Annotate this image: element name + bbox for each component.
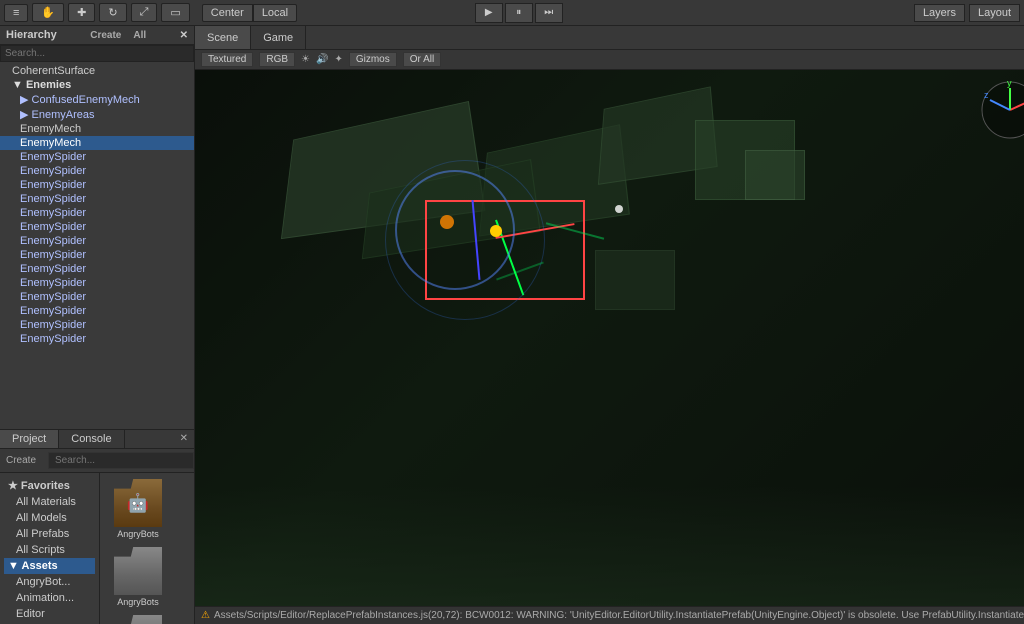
list-item[interactable]: EnemySpider [0, 262, 194, 276]
audio-btn[interactable]: 🔊 [316, 54, 328, 65]
asset-item[interactable]: Animations [104, 613, 172, 624]
step-btn[interactable]: ⏭ [535, 3, 563, 23]
project-create-btn[interactable]: Create [6, 455, 36, 466]
list-item[interactable]: EnemySpider [0, 304, 194, 318]
list-item[interactable]: CoherentSurface [0, 64, 194, 78]
status-text: Assets/Scripts/Editor/ReplacePrefabInsta… [214, 610, 1024, 621]
hierarchy-list: CoherentSurface ▼ Enemies ▶ ConfusedEnem… [0, 62, 194, 413]
asset-label: AngryBots [106, 529, 170, 539]
project-content: ★ Favorites All Materials All Models All… [0, 473, 194, 624]
list-item[interactable]: EnemySpider [0, 332, 194, 346]
list-item[interactable]: EnemySpider [0, 206, 194, 220]
top-toolbar: ≡ ✋ ✚ ↻ ⤢ ▭ Center Local ▶ ⏸ ⏭ Layers La… [0, 0, 1024, 26]
center-btn[interactable]: Center [202, 4, 253, 22]
list-item[interactable]: EnemySpider [0, 318, 194, 332]
status-icon: ⚠ [201, 610, 210, 621]
hierarchy-create-btn[interactable]: Create [90, 30, 121, 41]
rotate-tool-btn[interactable]: ↻ [99, 3, 126, 22]
sidebar-item-animation[interactable]: Animation... [4, 590, 95, 606]
list-item[interactable]: EnemySpider [0, 192, 194, 206]
list-item[interactable]: ▼ Enemies [0, 78, 194, 92]
tab-game[interactable]: Game [251, 26, 306, 49]
main-layout: Hierarchy Create All ✕ CoherentSurface ▼… [0, 26, 1024, 624]
project-search-input[interactable] [48, 452, 194, 469]
left-panel: Hierarchy Create All ✕ CoherentSurface ▼… [0, 26, 195, 624]
center-panel: Scene Game Textured RGB ☀ 🔊 ✦ Gizmos Or … [195, 26, 1024, 624]
tab-console[interactable]: Console [59, 430, 124, 448]
hierarchy-title: Hierarchy [6, 29, 57, 41]
svg-text:y: y [1007, 80, 1012, 88]
list-item[interactable]: EnemySpider [0, 220, 194, 234]
bottom-tabs: Project Console ✕ [0, 430, 194, 449]
sidebar-item-angrybot[interactable]: AngryBot... [4, 574, 95, 590]
sidebar-item-all-materials[interactable]: All Materials [4, 494, 95, 510]
hierarchy-all[interactable]: All [133, 30, 146, 41]
list-item[interactable]: EnemyMech [0, 122, 194, 136]
project-close-btn[interactable]: ✕ [174, 430, 194, 448]
list-item[interactable]: EnemySpider [0, 150, 194, 164]
scene-viewport[interactable]: x y z [195, 70, 1024, 606]
list-item[interactable]: EnemySpider [0, 290, 194, 304]
list-item[interactable]: EnemySpider [0, 234, 194, 248]
bottom-left-panel: Project Console ✕ Create 🔒 ⚙ ★ Favorites… [0, 429, 194, 624]
assets-grid: 🤖 AngryBots AngryBots Animations cube-te… [100, 473, 194, 624]
unity-menu-btn[interactable]: ≡ [4, 4, 28, 22]
pause-btn[interactable]: ⏸ [505, 3, 533, 23]
layers-dropdown-btn[interactable]: Layers [914, 4, 965, 22]
sidebar-item-assets[interactable]: ▼ Assets [4, 558, 95, 574]
project-sidebar: ★ Favorites All Materials All Models All… [0, 473, 100, 624]
gizmos-btn[interactable]: Gizmos [349, 52, 397, 67]
local-btn[interactable]: Local [253, 4, 297, 22]
tab-project[interactable]: Project [0, 430, 59, 448]
asset-label: AngryBots [106, 597, 170, 607]
layout-dropdown-btn[interactable]: Layout [969, 4, 1020, 22]
hierarchy-search-input[interactable] [0, 45, 194, 62]
list-item[interactable]: EnemySpider [0, 248, 194, 262]
textured-btn[interactable]: Textured [201, 52, 253, 67]
play-btn[interactable]: ▶ [475, 3, 503, 23]
scale-tool-btn[interactable]: ⤢ [131, 3, 158, 22]
svg-text:z: z [984, 90, 989, 100]
sidebar-item-favorites[interactable]: ★ Favorites [4, 477, 95, 494]
tab-scene[interactable]: Scene [195, 26, 251, 49]
list-item[interactable]: ▶ ConfusedEnemyMech [0, 92, 194, 107]
sidebar-item-all-scripts[interactable]: All Scripts [4, 542, 95, 558]
rect-tool-btn[interactable]: ▭ [161, 3, 189, 22]
list-item[interactable]: EnemyMech [0, 136, 194, 150]
list-item[interactable]: EnemySpider [0, 276, 194, 290]
list-item[interactable]: EnemySpider [0, 164, 194, 178]
sidebar-item-all-prefabs[interactable]: All Prefabs [4, 526, 95, 542]
asset-item[interactable]: 🤖 AngryBots [104, 477, 172, 541]
hierarchy-panel: Hierarchy Create All ✕ CoherentSurface ▼… [0, 26, 194, 429]
effects-btn[interactable]: ✦ [334, 54, 342, 65]
scene-toolbar: Textured RGB ☀ 🔊 ✦ Gizmos Or All ⤢ [195, 50, 1024, 70]
or-all-btn[interactable]: Or All [403, 52, 441, 67]
sidebar-item-editor[interactable]: Editor [4, 606, 95, 622]
rgb-btn[interactable]: RGB [259, 52, 295, 67]
hand-tool-btn[interactable]: ✋ [32, 3, 64, 22]
list-item[interactable]: ▶ EnemyAreas [0, 107, 194, 122]
project-toolbar: Create 🔒 ⚙ [0, 449, 194, 473]
hierarchy-header: Hierarchy Create All ✕ [0, 26, 194, 45]
move-tool-btn[interactable]: ✚ [68, 3, 95, 22]
asset-item[interactable]: AngryBots [104, 545, 172, 609]
sidebar-item-all-models[interactable]: All Models [4, 510, 95, 526]
hierarchy-close-btn[interactable]: ✕ [180, 30, 188, 41]
scene-axis-gizmo: x y z [980, 80, 1024, 140]
list-item[interactable]: EnemySpider [0, 178, 194, 192]
view-tabs: Scene Game [195, 26, 1024, 50]
status-bar: ⚠ Assets/Scripts/Editor/ReplacePrefabIns… [195, 606, 1024, 624]
lighting-btn[interactable]: ☀ [301, 54, 310, 65]
